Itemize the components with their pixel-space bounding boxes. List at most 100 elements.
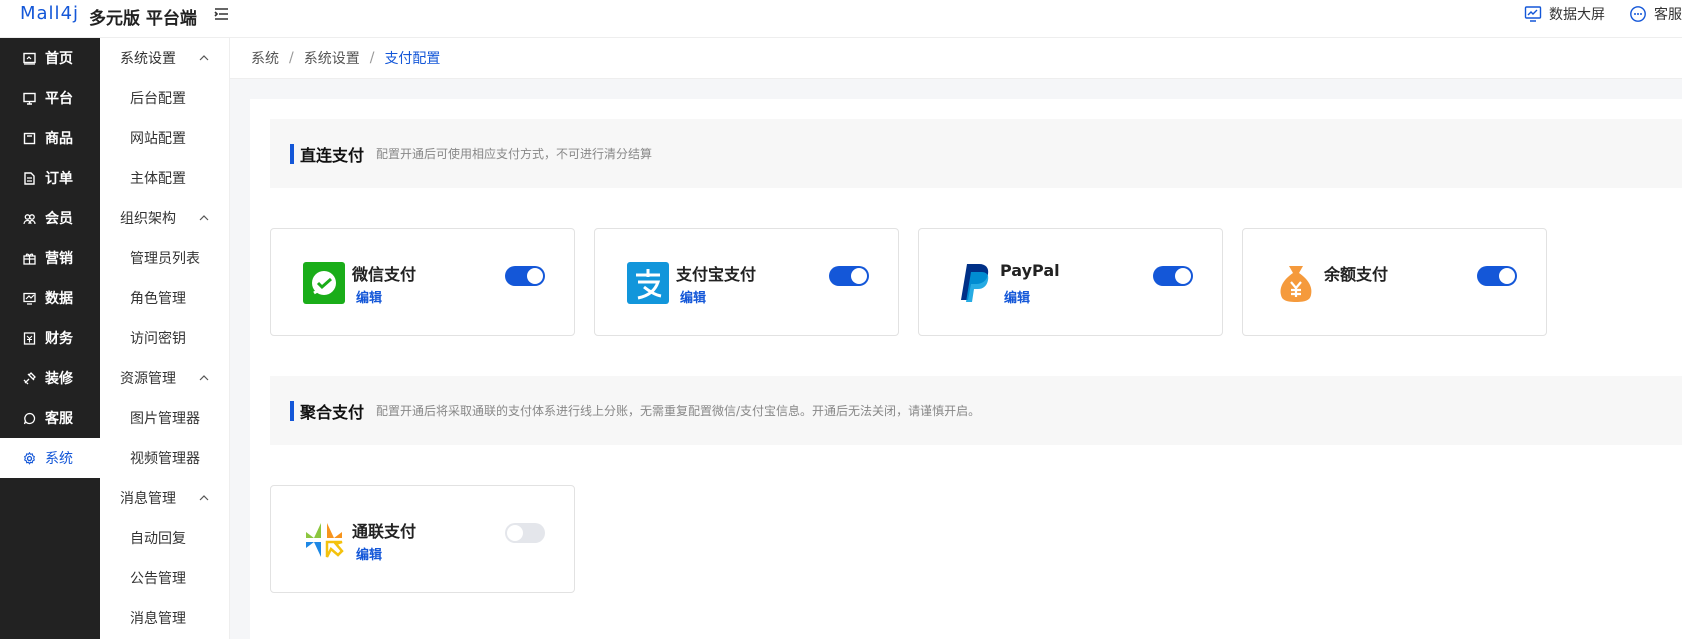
nav-group-resources[interactable]: 资源管理 <box>100 358 229 398</box>
wechat-pay-icon <box>303 262 345 304</box>
nav-item-video-manager[interactable]: 视频管理器 <box>100 438 229 478</box>
top-bar: Mall4j 多元版 平台端 数据大屏 客服 <box>0 0 1682 38</box>
data-screen-label: 数据大屏 <box>1549 6 1605 22</box>
chat-icon <box>23 412 36 424</box>
enable-toggle[interactable] <box>829 266 869 286</box>
edit-link[interactable]: 编辑 <box>356 287 382 306</box>
edit-link[interactable]: 编辑 <box>680 287 706 306</box>
section-title: 聚合支付 <box>300 402 365 422</box>
nav-label: 装修 <box>45 371 73 387</box>
nav-decorate[interactable]: 装修 <box>0 358 100 398</box>
section-title: 直连支付 <box>300 145 365 165</box>
chevron-up-icon <box>199 375 209 381</box>
section-accent-bar <box>290 400 294 421</box>
group-label: 系统设置 <box>120 51 176 67</box>
data-screen-button[interactable]: 数据大屏 <box>1524 4 1605 24</box>
finance-icon <box>23 331 36 345</box>
nav-label: 会员 <box>45 211 73 227</box>
order-icon <box>24 171 35 185</box>
nav-order[interactable]: 订单 <box>0 158 100 198</box>
nav-label: 数据 <box>45 291 73 307</box>
breadcrumb-item[interactable]: 系统设置 <box>304 48 360 68</box>
breadcrumb: 系统 / 系统设置 / 支付配置 <box>230 38 1682 79</box>
payment-name: 微信支付 <box>352 265 417 284</box>
home-icon <box>23 52 36 65</box>
nav-item-site-config[interactable]: 网站配置 <box>100 118 229 158</box>
nav-group-messages[interactable]: 消息管理 <box>100 478 229 518</box>
nav-customer-service[interactable]: 客服 <box>0 398 100 438</box>
toggle-knob <box>851 268 867 284</box>
breadcrumb-separator: / <box>369 50 375 66</box>
group-label: 资源管理 <box>120 371 176 387</box>
group-label: 组织架构 <box>120 211 176 227</box>
toggle-knob <box>1499 268 1515 284</box>
nav-label: 订单 <box>45 171 73 187</box>
nav-data[interactable]: 数据 <box>0 278 100 318</box>
group-label: 消息管理 <box>120 491 176 507</box>
platform-icon <box>23 92 36 105</box>
alipay-icon <box>627 262 669 304</box>
nav-label: 系统 <box>45 451 73 467</box>
nav-system[interactable]: 系统 <box>0 438 100 478</box>
logo[interactable]: Mall4j <box>20 3 79 24</box>
section-aggregate-pay: 聚合支付 配置开通后将采取通联的支付体系进行线上分账，无需重复配置微信/支付宝信… <box>270 376 1682 445</box>
nav-item-message-management[interactable]: 消息管理 <box>100 598 229 638</box>
enable-toggle[interactable] <box>1477 266 1517 286</box>
chevron-up-icon <box>199 495 209 501</box>
section-accent-bar <box>290 143 294 164</box>
payment-card-balance: 余额支付 <box>1242 228 1547 336</box>
nav-item-role-management[interactable]: 角色管理 <box>100 278 229 318</box>
payment-card-wechat: 微信支付 编辑 <box>270 228 575 336</box>
nav-label: 平台 <box>45 91 73 107</box>
menu-collapse-icon[interactable] <box>212 5 232 25</box>
paypal-icon <box>961 264 989 302</box>
monitor-chart-icon <box>1524 6 1542 22</box>
enable-toggle[interactable] <box>1153 266 1193 286</box>
payment-card-alipay: 支付宝支付 编辑 <box>594 228 899 336</box>
payment-card-paypal: PayPal 编辑 <box>918 228 1223 336</box>
nav-label: 财务 <box>45 331 73 347</box>
nav-platform[interactable]: 平台 <box>0 78 100 118</box>
data-icon <box>23 292 36 305</box>
nav-group-system-settings[interactable]: 系统设置 <box>100 38 229 78</box>
nav-item-admin-list[interactable]: 管理员列表 <box>100 238 229 278</box>
breadcrumb-item[interactable]: 系统 <box>251 48 279 68</box>
nav-group-organization[interactable]: 组织架构 <box>100 198 229 238</box>
payment-card-allinpay: 通联支付 编辑 <box>270 485 575 593</box>
gift-icon <box>23 253 36 265</box>
chevron-up-icon <box>199 215 209 221</box>
nav-product[interactable]: 商品 <box>0 118 100 158</box>
nav-finance[interactable]: 财务 <box>0 318 100 358</box>
nav-label: 商品 <box>45 131 73 147</box>
nav-item-access-keys[interactable]: 访问密钥 <box>100 318 229 358</box>
nav-member[interactable]: 会员 <box>0 198 100 238</box>
payment-name: 支付宝支付 <box>676 265 757 284</box>
nav-item-admin-config[interactable]: 后台配置 <box>100 78 229 118</box>
gear-icon <box>24 451 35 465</box>
nav-label: 客服 <box>45 411 73 427</box>
nav-item-entity-config[interactable]: 主体配置 <box>100 158 229 198</box>
payment-name: 余额支付 <box>1324 265 1389 284</box>
edit-link[interactable]: 编辑 <box>356 544 382 563</box>
nav-item-image-manager[interactable]: 图片管理器 <box>100 398 229 438</box>
chevron-up-icon <box>199 55 209 61</box>
section-description: 配置开通后可使用相应支付方式，不可进行清分结算 <box>376 147 653 161</box>
breadcrumb-current: 支付配置 <box>384 51 441 67</box>
customer-service-button[interactable]: 客服 <box>1629 4 1682 24</box>
enable-toggle[interactable] <box>505 266 545 286</box>
nav-item-announcements[interactable]: 公告管理 <box>100 558 229 598</box>
section-direct-pay: 直连支付 配置开通后可使用相应支付方式，不可进行清分结算 <box>270 119 1682 188</box>
member-icon <box>23 213 36 224</box>
logo-subtitle: 多元版 平台端 <box>89 9 197 29</box>
enable-toggle[interactable] <box>505 523 545 543</box>
edit-link[interactable]: 编辑 <box>1004 287 1030 306</box>
payment-name: 通联支付 <box>352 522 417 541</box>
product-icon <box>23 132 36 144</box>
nav-item-auto-reply[interactable]: 自动回复 <box>100 518 229 558</box>
breadcrumb-separator: / <box>289 50 294 66</box>
section-description: 配置开通后将采取通联的支付体系进行线上分账，无需重复配置微信/支付宝信息。开通后… <box>376 404 981 418</box>
toggle-knob <box>507 525 523 541</box>
payment-name: PayPal <box>1000 261 1060 280</box>
nav-home[interactable]: 首页 <box>0 38 100 78</box>
nav-marketing[interactable]: 营销 <box>0 238 100 278</box>
